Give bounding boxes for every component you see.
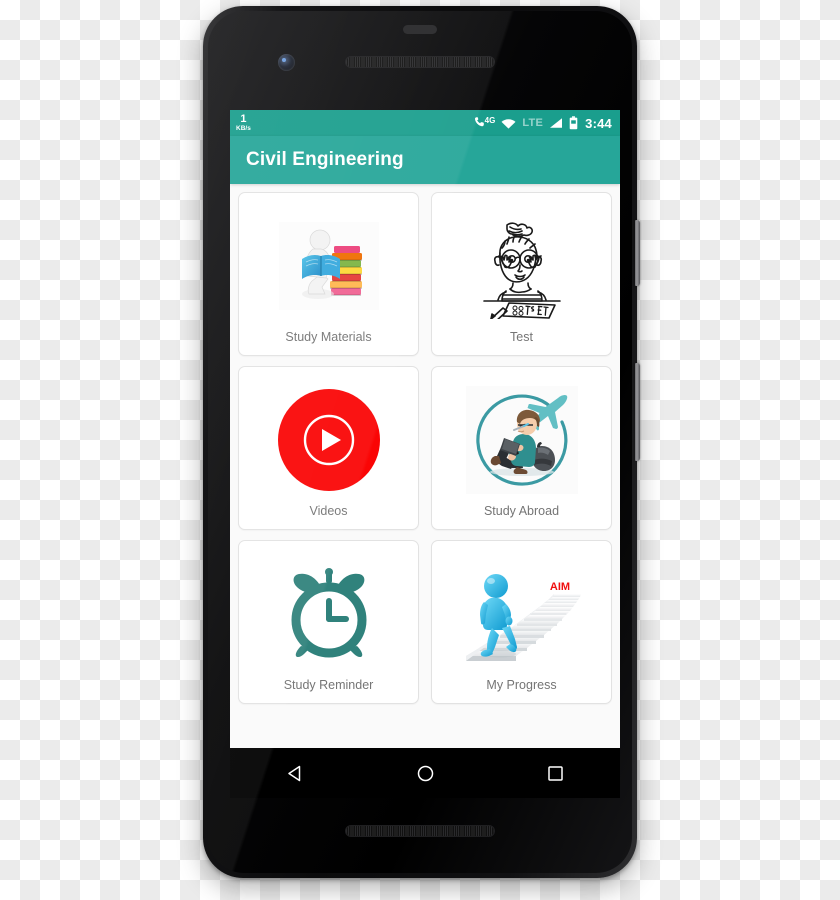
power-button[interactable] [635, 220, 640, 286]
volume-button[interactable] [635, 363, 640, 461]
tile-label: My Progress [486, 678, 557, 692]
tile-study-materials[interactable]: Study Materials [238, 192, 419, 356]
alarm-clock-icon [245, 550, 412, 678]
tile-study-abroad[interactable]: Study Abroad [431, 366, 612, 530]
bottom-speaker [345, 825, 495, 837]
network-speed-unit: KB/s [236, 125, 251, 133]
tile-label: Test [510, 330, 533, 344]
lte-label: LTE [522, 117, 544, 129]
phone-device: 1 KB/s 4G LTE 3:44 Civil Engineering Stu… [203, 6, 640, 878]
figure-climbing-stairs-image: AIM [438, 550, 605, 678]
earpiece-speaker [345, 56, 495, 68]
signal-icon [549, 117, 563, 129]
home-button[interactable] [403, 751, 447, 795]
phone-body: 1 KB/s 4G LTE 3:44 Civil Engineering Stu… [208, 11, 632, 873]
app-bar: Civil Engineering [230, 136, 620, 184]
status-bar-clock: 3:44 [585, 115, 612, 131]
student-reading-books-image [245, 202, 412, 330]
worried-student-test-sketch-image [438, 202, 605, 330]
tile-label: Videos [309, 504, 348, 518]
main-content: Study Materials Test Videos Study Abroad… [230, 184, 620, 748]
front-camera-icon [278, 54, 295, 71]
tile-label: Study Materials [285, 330, 372, 344]
back-button[interactable] [273, 751, 317, 795]
app-screen: 1 KB/s 4G LTE 3:44 Civil Engineering Stu… [230, 110, 620, 748]
call-4g-icon: 4G [474, 116, 496, 130]
recents-button[interactable] [533, 751, 577, 795]
student-reading-airplane-image [438, 376, 605, 504]
aim-label: AIM [549, 581, 569, 593]
status-bar-icons: 4G LTE 3:44 [474, 116, 612, 131]
tile-study-reminder[interactable]: Study Reminder [238, 540, 419, 704]
play-button-icon [245, 376, 412, 504]
network-speed-indicator: 1 KB/s [236, 113, 251, 133]
feature-grid: Study Materials Test Videos Study Abroad… [238, 192, 612, 704]
tile-label: Study Abroad [483, 504, 560, 518]
tile-test[interactable]: Test [431, 192, 612, 356]
mobile-data-label: 4G [484, 116, 496, 125]
android-nav-bar [230, 748, 620, 798]
tile-my-progress[interactable]: AIM My Progress [431, 540, 612, 704]
tile-label: Study Reminder [283, 678, 374, 692]
battery-icon [569, 116, 578, 130]
tile-videos[interactable]: Videos [238, 366, 419, 530]
wifi-icon [501, 117, 516, 129]
page-title: Civil Engineering [246, 149, 404, 170]
status-bar: 1 KB/s 4G LTE 3:44 [230, 110, 620, 136]
top-notch-slot [403, 25, 437, 34]
network-speed-value: 1 [240, 113, 247, 126]
